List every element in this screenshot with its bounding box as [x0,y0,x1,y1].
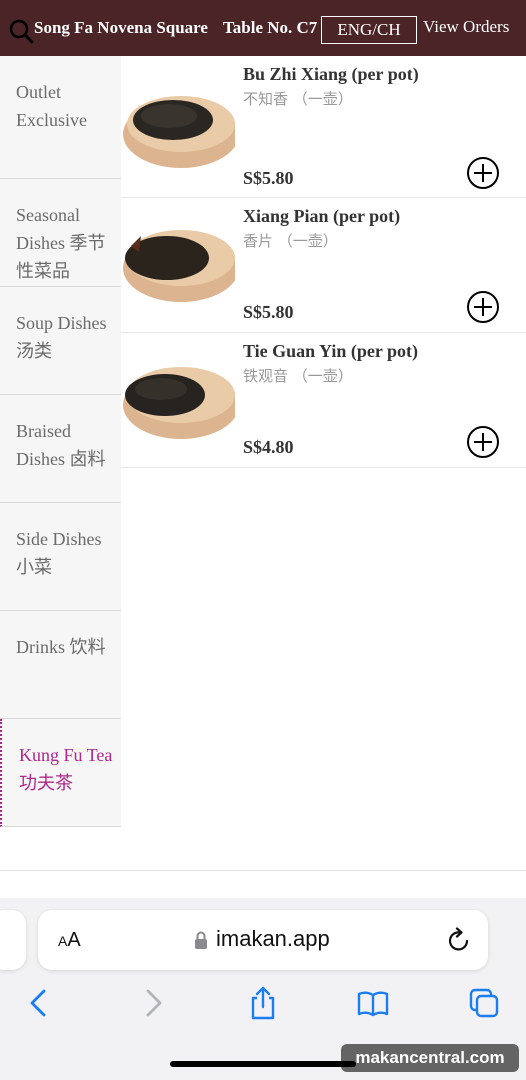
bookmarks-icon[interactable] [356,986,390,1020]
address-bar[interactable]: AA imakan.app [38,910,488,970]
share-icon[interactable] [246,986,280,1020]
category-drinks[interactable]: Drinks 饮料 [0,611,121,719]
view-orders-link[interactable]: View Orders [423,17,509,37]
reload-icon[interactable] [447,927,471,953]
category-outlet-exclusive[interactable]: Outlet Exclusive [0,56,121,179]
watermark: makancentral.com [341,1044,519,1072]
url-text: imakan.app [216,926,330,951]
menu-item[interactable]: Xiang Pian (per pot) 香片 （一壶） S$5.80 [121,198,526,333]
text-size-button[interactable]: AA [58,929,81,952]
category-braised-dishes[interactable]: Braised Dishes 卤料 [0,395,121,503]
add-icon[interactable] [466,290,500,324]
category-side-dishes[interactable]: Side Dishes 小菜 [0,503,121,611]
content-divider [0,870,526,871]
menu-item[interactable]: Tie Guan Yin (per pot) 铁观音 （一壶） S$4.80 [121,333,526,468]
search-icon[interactable] [8,18,34,44]
category-sidebar: Outlet Exclusive Seasonal Dishes 季节性菜品 S… [0,56,121,827]
item-price: S$5.80 [243,302,294,322]
add-icon[interactable] [466,156,500,190]
menu-item-list: Bu Zhi Xiang (per pot) 不知香 （一壶） S$5.80 X… [121,56,526,468]
tabs-icon[interactable] [467,986,501,1020]
category-kung-fu-tea[interactable]: Kung Fu Tea 功夫茶 [0,719,121,827]
previous-tab-preview[interactable] [0,910,26,970]
tea-leaves-image [123,96,235,168]
back-icon[interactable] [22,986,56,1020]
category-seasonal-dishes[interactable]: Seasonal Dishes 季节性菜品 [0,179,121,287]
language-toggle-button[interactable]: ENG/CH [321,16,417,44]
item-name: Bu Zhi Xiang (per pot) [243,64,419,84]
forward-icon[interactable] [136,986,170,1020]
add-icon[interactable] [466,425,500,459]
item-name-chinese: 铁观音 （一壶） [243,367,353,385]
category-soup-dishes[interactable]: Soup Dishes 汤类 [0,287,121,395]
item-price: S$5.80 [243,168,294,188]
app-header: Song Fa Novena Square Table No. C7 ENG/C… [0,0,526,56]
item-name: Tie Guan Yin (per pot) [243,341,419,361]
tea-leaves-image [123,230,235,302]
browser-toolbar: AA imakan.app makancentral.com [0,898,526,1080]
item-name: Xiang Pian (per pot) [243,206,401,226]
tea-leaves-image [123,367,235,439]
home-indicator[interactable] [170,1061,356,1067]
restaurant-name: Song Fa Novena Square [34,18,208,37]
item-price: S$4.80 [243,437,294,457]
menu-item[interactable]: Bu Zhi Xiang (per pot) 不知香 （一壶） S$5.80 [121,56,526,198]
lock-icon [195,931,207,949]
item-name-chinese: 不知香 （一壶） [243,90,353,108]
item-name-chinese: 香片 （一壶） [243,232,338,250]
table-number: Table No. C7 [223,18,318,37]
